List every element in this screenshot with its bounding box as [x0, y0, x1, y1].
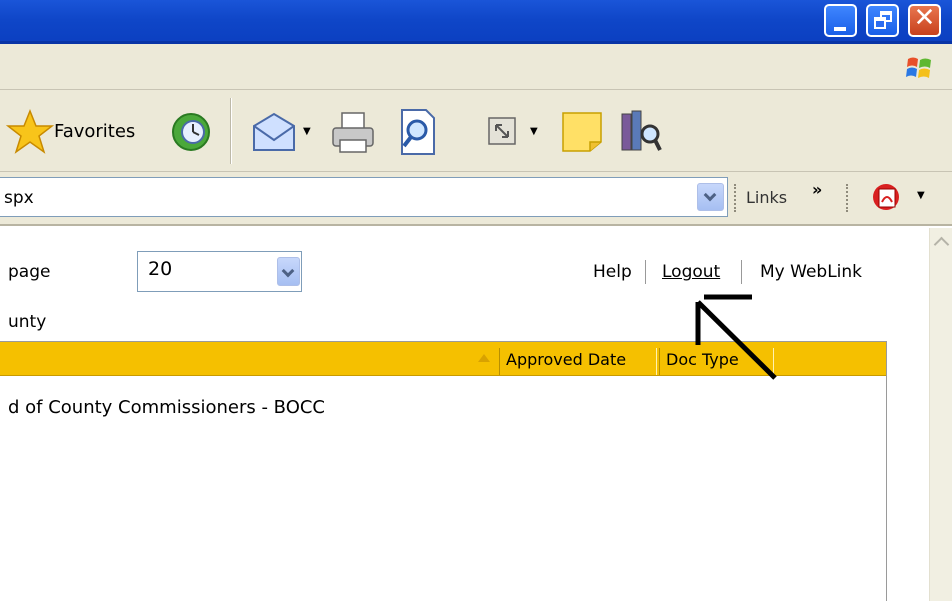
minimize-icon	[834, 27, 846, 31]
title-bar: ✕	[0, 0, 952, 44]
print-icon[interactable]	[330, 110, 376, 156]
fullscreen-dropdown-icon[interactable]: ▼	[530, 126, 538, 137]
pdf-icon[interactable]	[870, 180, 904, 214]
table-row[interactable]: d of County Commissioners - BOCC	[8, 397, 325, 418]
mail-dropdown-icon[interactable]: ▼	[303, 126, 311, 137]
chevron-down-icon	[703, 188, 717, 202]
logout-link[interactable]: Logout	[662, 262, 720, 282]
links-grip[interactable]	[734, 184, 737, 212]
link-separator	[741, 260, 742, 284]
grid-header: Approved Date Doc Type	[0, 342, 886, 376]
favorites-button[interactable]: Favorites	[54, 121, 135, 142]
toolbar-separator	[230, 98, 232, 164]
vertical-scrollbar[interactable]	[929, 228, 952, 601]
per-page-label: page	[8, 262, 51, 282]
toolbar-grip[interactable]	[846, 184, 849, 212]
restore-button[interactable]	[866, 4, 899, 37]
help-link[interactable]: Help	[593, 262, 632, 282]
scroll-up-icon[interactable]	[930, 230, 952, 252]
my-weblink-link[interactable]: My WebLink	[760, 262, 862, 282]
edit-icon[interactable]	[398, 108, 438, 156]
sticky-note-icon[interactable]	[560, 110, 604, 154]
minimize-button[interactable]	[824, 4, 857, 37]
close-icon: ✕	[913, 3, 936, 33]
column-header-approved-date[interactable]: Approved Date	[499, 348, 657, 375]
windows-flag-icon	[906, 57, 931, 78]
pdf-dropdown-icon[interactable]: ▼	[917, 190, 925, 201]
sort-ascending-icon[interactable]	[478, 354, 490, 362]
close-button[interactable]: ✕	[908, 3, 941, 37]
address-input[interactable]: spx	[0, 177, 728, 217]
per-page-value: 20	[148, 258, 173, 280]
per-page-dropdown-button[interactable]	[277, 257, 300, 286]
address-value: spx	[4, 188, 34, 208]
column-header-doc-type[interactable]: Doc Type	[659, 348, 774, 375]
toolbar	[0, 90, 952, 172]
research-icon[interactable]	[620, 108, 662, 154]
mail-icon[interactable]	[250, 112, 298, 154]
history-icon[interactable]	[170, 111, 212, 153]
fullscreen-icon[interactable]	[487, 116, 517, 146]
links-label[interactable]: Links	[746, 188, 787, 207]
results-grid: Approved Date Doc Type d of County Commi…	[0, 341, 887, 601]
menu-bar	[0, 44, 952, 90]
address-dropdown-button[interactable]	[697, 183, 724, 211]
chevron-down-icon	[281, 264, 295, 278]
links-more-button[interactable]: »	[812, 180, 822, 199]
per-page-select[interactable]: 20	[137, 251, 302, 292]
county-label: unty	[8, 312, 47, 332]
favorites-star-icon[interactable]	[6, 108, 54, 156]
link-separator	[645, 260, 646, 284]
